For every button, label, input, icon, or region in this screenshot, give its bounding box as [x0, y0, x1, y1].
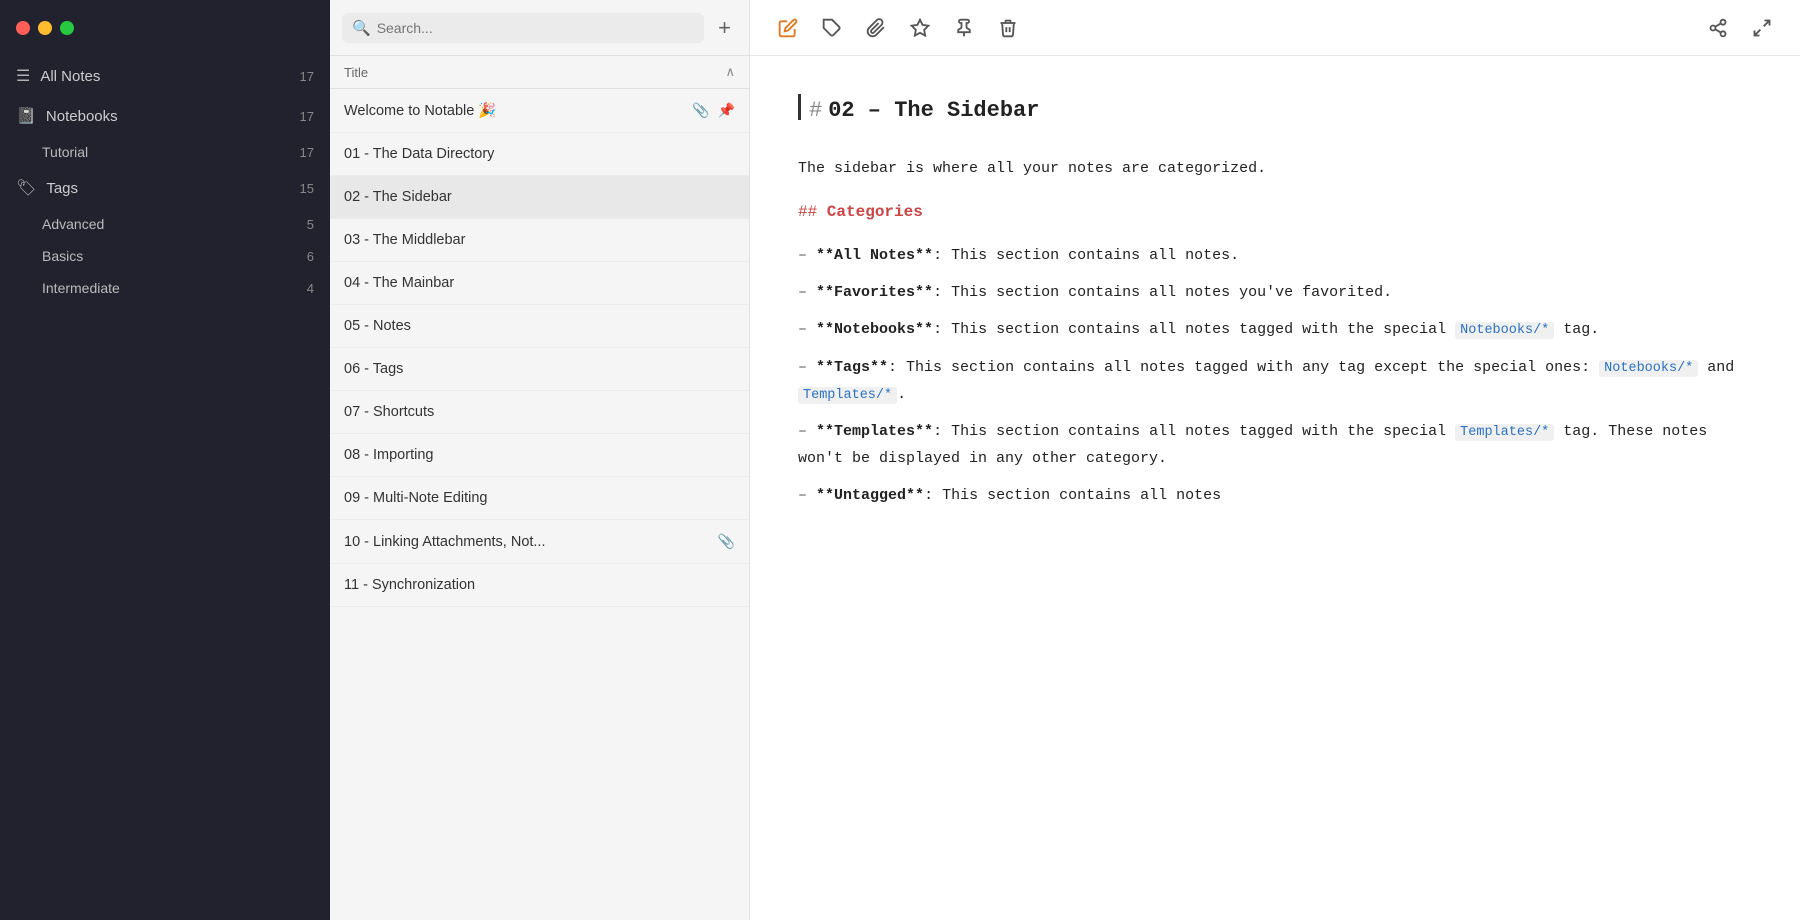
note-title-04: 04 - The Mainbar — [344, 275, 735, 291]
note-title-09: 09 - Multi-Note Editing — [344, 490, 735, 506]
sidebar-item-tutorial[interactable]: Tutorial 17 — [0, 136, 330, 168]
sidebar-item-tags[interactable]: 🏷 Tags 15 — [0, 168, 330, 208]
mainbar: # 02 – The Sidebar The sidebar is where … — [750, 0, 1800, 920]
editor-content: # 02 – The Sidebar The sidebar is where … — [750, 56, 1800, 920]
categories-heading: ## Categories — [798, 198, 1752, 227]
editor-toolbar — [750, 0, 1800, 56]
sidebar-all-notes-label: All Notes — [40, 68, 299, 85]
pin-icon: 📌 — [718, 102, 735, 119]
sidebar-item-intermediate[interactable]: Intermediate 4 — [0, 272, 330, 304]
sidebar-item-all-notes[interactable]: ☰ All Notes 17 — [0, 56, 330, 96]
pin-button[interactable] — [946, 13, 982, 43]
attachment-icon-10: 📎 — [718, 533, 735, 550]
sidebar-advanced-count: 5 — [307, 217, 314, 232]
note-item-welcome[interactable]: Welcome to Notable 🎉 📎 📌 — [330, 89, 749, 133]
note-item-02[interactable]: 02 - The Sidebar — [330, 176, 749, 219]
list-item-templates: – **Templates**: This section contains a… — [798, 418, 1752, 472]
note-item-09[interactable]: 09 - Multi-Note Editing — [330, 477, 749, 520]
note-item-01[interactable]: 01 - The Data Directory — [330, 133, 749, 176]
attachment-icon: 📎 — [692, 102, 709, 119]
list-item-notebooks: – **Notebooks**: This section contains a… — [798, 316, 1752, 343]
close-button[interactable] — [16, 21, 30, 35]
sidebar-tags-label: Tags — [46, 180, 299, 197]
sidebar-tutorial-label: Tutorial — [42, 144, 300, 160]
notes-list: Welcome to Notable 🎉 📎 📌 01 - The Data D… — [330, 89, 749, 920]
note-icons-10: 📎 — [718, 533, 735, 550]
sidebar-tutorial-count: 17 — [300, 145, 314, 160]
add-note-button[interactable]: + — [712, 13, 737, 43]
search-input[interactable] — [377, 20, 694, 36]
sort-icon[interactable]: ∧ — [725, 64, 735, 80]
search-bar: 🔍 + — [330, 0, 749, 56]
list-item-untagged: – **Untagged**: This section contains al… — [798, 482, 1752, 509]
sidebar-item-notebooks[interactable]: 📓 Notebooks 17 — [0, 96, 330, 136]
sidebar-all-notes-count: 17 — [300, 69, 314, 84]
sidebar-intermediate-count: 4 — [307, 281, 314, 296]
note-item-03[interactable]: 03 - The Middlebar — [330, 219, 749, 262]
maximize-button[interactable] — [60, 21, 74, 35]
minimize-button[interactable] — [38, 21, 52, 35]
note-item-05[interactable]: 05 - Notes — [330, 305, 749, 348]
note-title-03: 03 - The Middlebar — [344, 232, 735, 248]
notes-header: Title ∧ — [330, 56, 749, 89]
note-title-07: 07 - Shortcuts — [344, 404, 735, 420]
middlebar: 🔍 + Title ∧ Welcome to Notable 🎉 📎 📌 01 … — [330, 0, 750, 920]
all-notes-icon: ☰ — [16, 66, 30, 86]
sidebar-item-basics[interactable]: Basics 6 — [0, 240, 330, 272]
sidebar-tags-count: 15 — [300, 181, 314, 196]
note-item-08[interactable]: 08 - Importing — [330, 434, 749, 477]
attachment-button[interactable] — [858, 13, 894, 43]
sidebar: ☰ All Notes 17 📓 Notebooks 17 Tutorial 1… — [0, 0, 330, 920]
expand-button[interactable] — [1744, 13, 1780, 43]
list-item-allnotes: – **All Notes**: This section contains a… — [798, 242, 1752, 269]
note-item-06[interactable]: 06 - Tags — [330, 348, 749, 391]
note-title-08: 08 - Importing — [344, 447, 735, 463]
sidebar-item-advanced[interactable]: Advanced 5 — [0, 208, 330, 240]
list-item-tags: – **Tags**: This section contains all no… — [798, 354, 1752, 409]
note-title-02: 02 - The Sidebar — [344, 189, 735, 205]
star-button[interactable] — [902, 13, 938, 43]
note-body: The sidebar is where all your notes are … — [798, 155, 1752, 510]
delete-button[interactable] — [990, 13, 1026, 43]
search-icon: 🔍 — [352, 19, 371, 37]
sidebar-advanced-label: Advanced — [42, 216, 307, 232]
note-title-10: 10 - Linking Attachments, Not... — [344, 534, 718, 550]
sidebar-notebooks-label: Notebooks — [46, 108, 300, 125]
sidebar-basics-label: Basics — [42, 248, 307, 264]
tags-icon: 🏷 — [16, 178, 36, 198]
note-item-07[interactable]: 07 - Shortcuts — [330, 391, 749, 434]
search-wrapper: 🔍 — [342, 13, 704, 43]
sidebar-basics-count: 6 — [307, 249, 314, 264]
titlebar — [0, 0, 330, 56]
note-title-06: 06 - Tags — [344, 361, 735, 377]
note-title-01: 01 - The Data Directory — [344, 146, 735, 162]
intro-paragraph: The sidebar is where all your notes are … — [798, 155, 1752, 182]
sidebar-intermediate-label: Intermediate — [42, 280, 307, 296]
sidebar-notebooks-count: 17 — [300, 109, 314, 124]
list-item-favorites: – **Favorites**: This section contains a… — [798, 279, 1752, 306]
note-title-welcome: Welcome to Notable 🎉 — [344, 102, 692, 119]
share-button[interactable] — [1700, 13, 1736, 43]
note-heading: # 02 – The Sidebar — [798, 92, 1752, 131]
note-item-11[interactable]: 11 - Synchronization — [330, 564, 749, 607]
cursor-bar — [798, 94, 801, 120]
note-icons-welcome: 📎 📌 — [692, 102, 735, 119]
note-item-04[interactable]: 04 - The Mainbar — [330, 262, 749, 305]
notebooks-icon: 📓 — [16, 106, 36, 126]
tag-button[interactable] — [814, 13, 850, 43]
note-title-display: 02 – The Sidebar — [828, 92, 1039, 131]
edit-button[interactable] — [770, 13, 806, 43]
notes-title-column: Title — [344, 65, 725, 80]
note-item-10[interactable]: 10 - Linking Attachments, Not... 📎 — [330, 520, 749, 564]
note-title-05: 05 - Notes — [344, 318, 735, 334]
note-title-11: 11 - Synchronization — [344, 577, 735, 593]
